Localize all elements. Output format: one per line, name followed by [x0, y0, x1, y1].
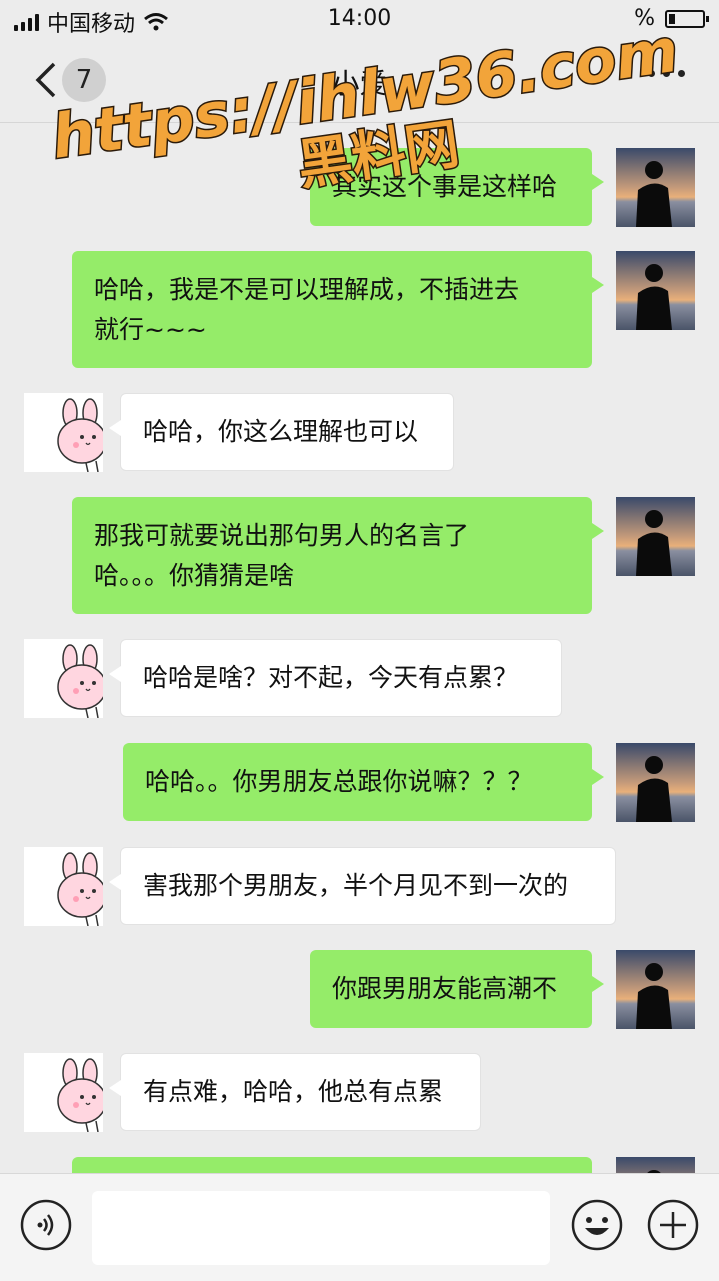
chat-title: 小爱	[331, 67, 388, 100]
battery-percent: %	[634, 6, 655, 31]
my-avatar[interactable]	[616, 148, 695, 227]
chat-header: 7 小爱	[0, 40, 719, 123]
message-list[interactable]: 其实这个事是这样哈 哈哈，我是不是可以理解成，不插进去 就行~~~ 哈哈，你这么…	[0, 123, 719, 1173]
message-bubble-outgoing[interactable]	[72, 1157, 592, 1173]
message-text: 哈哈，你这么理解也可以	[143, 417, 419, 446]
message-text: 哈哈是啥？对不起，今天有点累？	[143, 663, 519, 692]
message-bubble-incoming[interactable]: 哈哈，你这么理解也可以	[109, 393, 454, 471]
message-bubble-incoming[interactable]: 有点难，哈哈，他总有点累	[109, 1053, 481, 1131]
plus-icon[interactable]	[646, 1198, 700, 1252]
status-right: %	[634, 6, 709, 31]
contact-avatar[interactable]	[24, 393, 103, 472]
message-text: 你跟男朋友能高潮不	[332, 974, 558, 1003]
message-bubble-outgoing[interactable]: 哈哈，我是不是可以理解成，不插进去 就行~~~	[72, 251, 604, 368]
battery-icon	[665, 9, 709, 28]
message-bubble-incoming[interactable]: 哈哈是啥？对不起，今天有点累？	[109, 639, 562, 717]
message-bubble-outgoing[interactable]: 你跟男朋友能高潮不	[310, 950, 604, 1028]
message-bubble-incoming[interactable]: 害我那个男朋友，半个月见不到一次的	[109, 847, 616, 925]
status-bar: 中国移动 14:00 %	[0, 0, 719, 40]
message-bubble-outgoing[interactable]: 哈哈。。你男朋友总跟你说嘛？？？	[123, 743, 604, 821]
message-text: 有点难，哈哈，他总有点累	[143, 1077, 444, 1106]
emoji-icon[interactable]	[570, 1198, 624, 1252]
voice-icon[interactable]	[19, 1198, 73, 1252]
message-text: 哈哈。。你男朋友总跟你说嘛？？？	[145, 767, 533, 796]
input-bar	[0, 1173, 719, 1281]
message-bubble-outgoing[interactable]: 其实这个事是这样哈	[310, 148, 604, 226]
contact-avatar[interactable]	[24, 1053, 103, 1132]
more-dots-icon[interactable]	[648, 70, 685, 77]
my-avatar[interactable]	[616, 251, 695, 330]
my-avatar[interactable]	[616, 950, 695, 1029]
message-text: 哈哈，我是不是可以理解成，不插进去 就行~~~	[94, 274, 520, 344]
message-text: 害我那个男朋友，半个月见不到一次的	[143, 871, 569, 900]
contact-avatar[interactable]	[24, 847, 103, 926]
message-text: 那我可就要说出那句男人的名言了 哈。。。你猜猜是啥	[94, 520, 470, 590]
message-text: 其实这个事是这样哈	[332, 172, 558, 201]
message-bubble-outgoing[interactable]: 那我可就要说出那句男人的名言了 哈。。。你猜猜是啥	[72, 497, 604, 614]
my-avatar[interactable]	[616, 1157, 695, 1173]
message-input[interactable]	[92, 1191, 550, 1265]
status-time: 14:00	[327, 6, 392, 31]
my-avatar[interactable]	[616, 497, 695, 576]
my-avatar[interactable]	[616, 743, 695, 822]
contact-avatar[interactable]	[24, 639, 103, 718]
